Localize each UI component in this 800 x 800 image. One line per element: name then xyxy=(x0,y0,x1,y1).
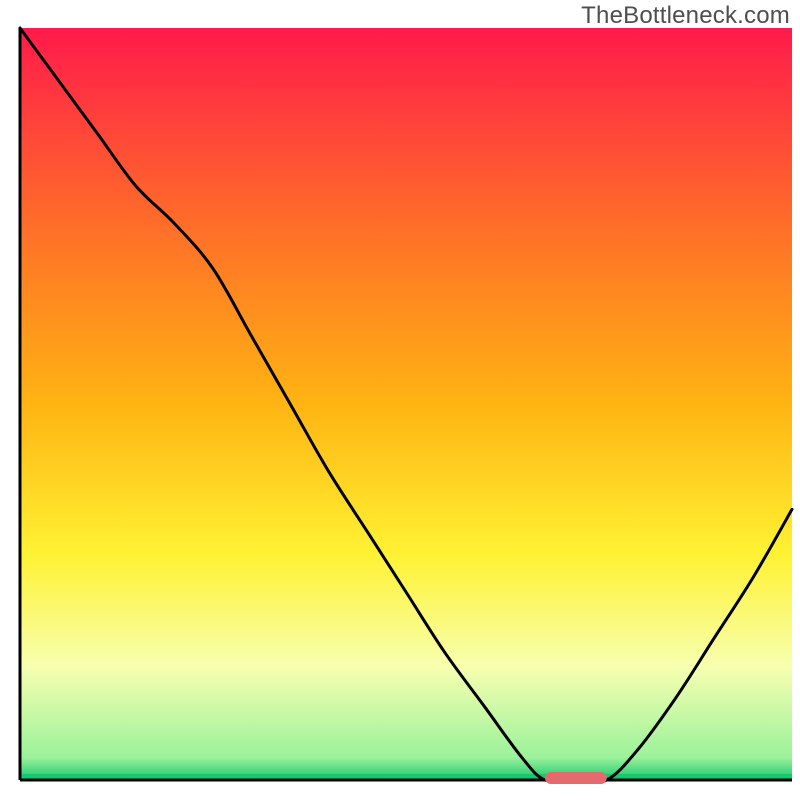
watermark-text: TheBottleneck.com xyxy=(581,2,790,30)
chart-canvas xyxy=(0,0,800,800)
plot-background xyxy=(20,28,792,780)
optimal-marker xyxy=(545,772,607,784)
